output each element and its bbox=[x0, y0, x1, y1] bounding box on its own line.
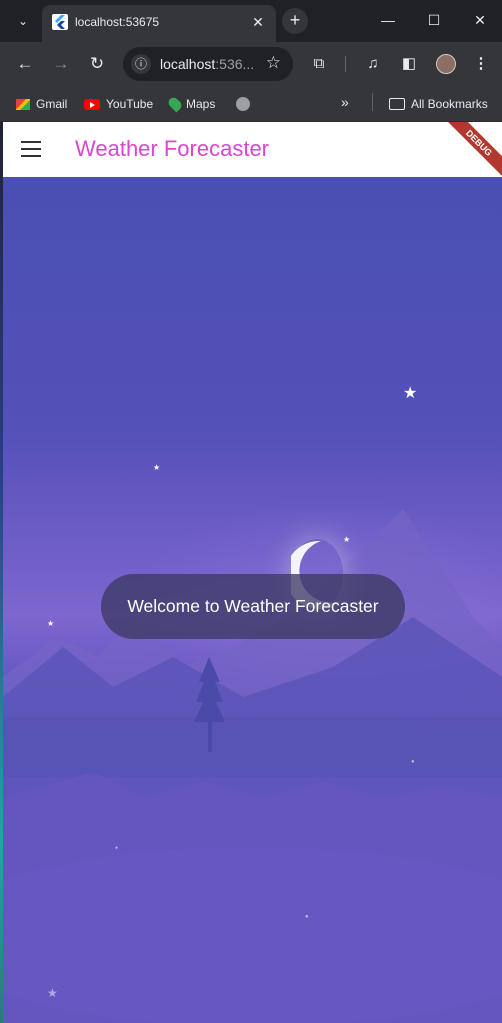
all-bookmarks-button[interactable]: All Bookmarks bbox=[389, 94, 488, 114]
star-icon: ● bbox=[305, 914, 309, 920]
star-icon: ● bbox=[115, 845, 119, 851]
flutter-favicon-icon bbox=[52, 14, 68, 30]
star-icon: ★ bbox=[47, 986, 58, 1000]
bookmark-label: Maps bbox=[186, 97, 216, 111]
app-bar: Weather Forecaster DEBUG bbox=[3, 122, 502, 180]
new-tab-button[interactable]: + bbox=[282, 8, 308, 34]
night-sky-background: ★ ★ ★ ★ ● ● ● ★ Welcome to Weather Forec… bbox=[3, 177, 502, 1023]
bookmarks-bar: Gmail YouTube Maps » All Bookmarks bbox=[0, 86, 502, 122]
toolbar-divider bbox=[345, 56, 346, 72]
star-icon: ★ bbox=[403, 385, 418, 402]
tab-close-icon[interactable]: ✕ bbox=[248, 12, 268, 32]
debug-banner: DEBUG bbox=[442, 122, 502, 180]
app-title: Weather Forecaster bbox=[75, 136, 270, 161]
bookmark-gmail[interactable]: Gmail bbox=[16, 94, 67, 114]
maps-pin-icon bbox=[166, 95, 184, 113]
bookmark-label: YouTube bbox=[106, 97, 154, 111]
bookmark-globe[interactable] bbox=[236, 94, 250, 114]
star-icon: ★ bbox=[47, 619, 55, 628]
all-bookmarks-label: All Bookmarks bbox=[411, 97, 488, 111]
minimize-button[interactable]: — bbox=[373, 8, 403, 32]
back-button[interactable]: ← bbox=[11, 50, 39, 78]
gmail-icon bbox=[16, 98, 30, 110]
tab-strip: ⌄ localhost:53675 ✕ + — ☐ ✕ bbox=[0, 0, 502, 42]
close-window-button[interactable]: ✕ bbox=[465, 8, 495, 32]
side-panel-icon[interactable]: ◧ bbox=[396, 51, 422, 77]
browser-toolbar: ← → ↻ ⓘ localhost:536... ☆ ⧉ ♫ ◧ ⋮ bbox=[0, 42, 502, 86]
forward-button[interactable]: → bbox=[47, 50, 75, 78]
profile-avatar[interactable] bbox=[436, 54, 456, 74]
star-icon: ● bbox=[411, 759, 415, 765]
youtube-icon bbox=[84, 98, 100, 110]
address-port: :536... bbox=[215, 56, 255, 72]
star-icon: ★ bbox=[343, 535, 351, 544]
media-controls-icon[interactable]: ♫ bbox=[360, 51, 386, 77]
browser-window: ⌄ localhost:53675 ✕ + — ☐ ✕ ← → ↻ ⓘ loca… bbox=[0, 0, 502, 1023]
hamburger-menu-icon[interactable] bbox=[21, 141, 41, 157]
reload-button[interactable]: ↻ bbox=[83, 50, 111, 78]
bookmarks-divider bbox=[372, 93, 373, 111]
welcome-toast: Welcome to Weather Forecaster bbox=[101, 574, 405, 639]
tab-active[interactable]: localhost:53675 ✕ bbox=[42, 5, 276, 42]
site-info-icon[interactable]: ⓘ bbox=[131, 54, 151, 74]
tab-title: localhost:53675 bbox=[75, 15, 160, 29]
globe-icon bbox=[236, 97, 250, 111]
tab-search-button[interactable]: ⌄ bbox=[10, 8, 36, 34]
extensions-icon[interactable]: ⧉ bbox=[306, 51, 332, 77]
address-text[interactable]: localhost:536... bbox=[160, 56, 254, 72]
bookmark-maps[interactable]: Maps bbox=[166, 94, 216, 114]
bookmarks-overflow-icon[interactable]: » bbox=[341, 94, 349, 110]
bookmark-star-icon[interactable]: ☆ bbox=[266, 53, 281, 73]
page-viewport: Weather Forecaster DEBUG ★ ★ ★ ★ ● ● ● ★… bbox=[3, 122, 502, 1023]
address-bar[interactable]: ⓘ localhost:536... ☆ bbox=[123, 47, 293, 81]
folder-icon bbox=[389, 98, 405, 110]
chrome-menu-icon[interactable]: ⋮ bbox=[468, 51, 494, 77]
bookmark-youtube[interactable]: YouTube bbox=[84, 94, 153, 114]
star-icon: ★ bbox=[153, 463, 161, 472]
maximize-button[interactable]: ☐ bbox=[419, 8, 449, 32]
bookmark-label: Gmail bbox=[36, 97, 68, 111]
address-host: localhost bbox=[160, 56, 216, 72]
